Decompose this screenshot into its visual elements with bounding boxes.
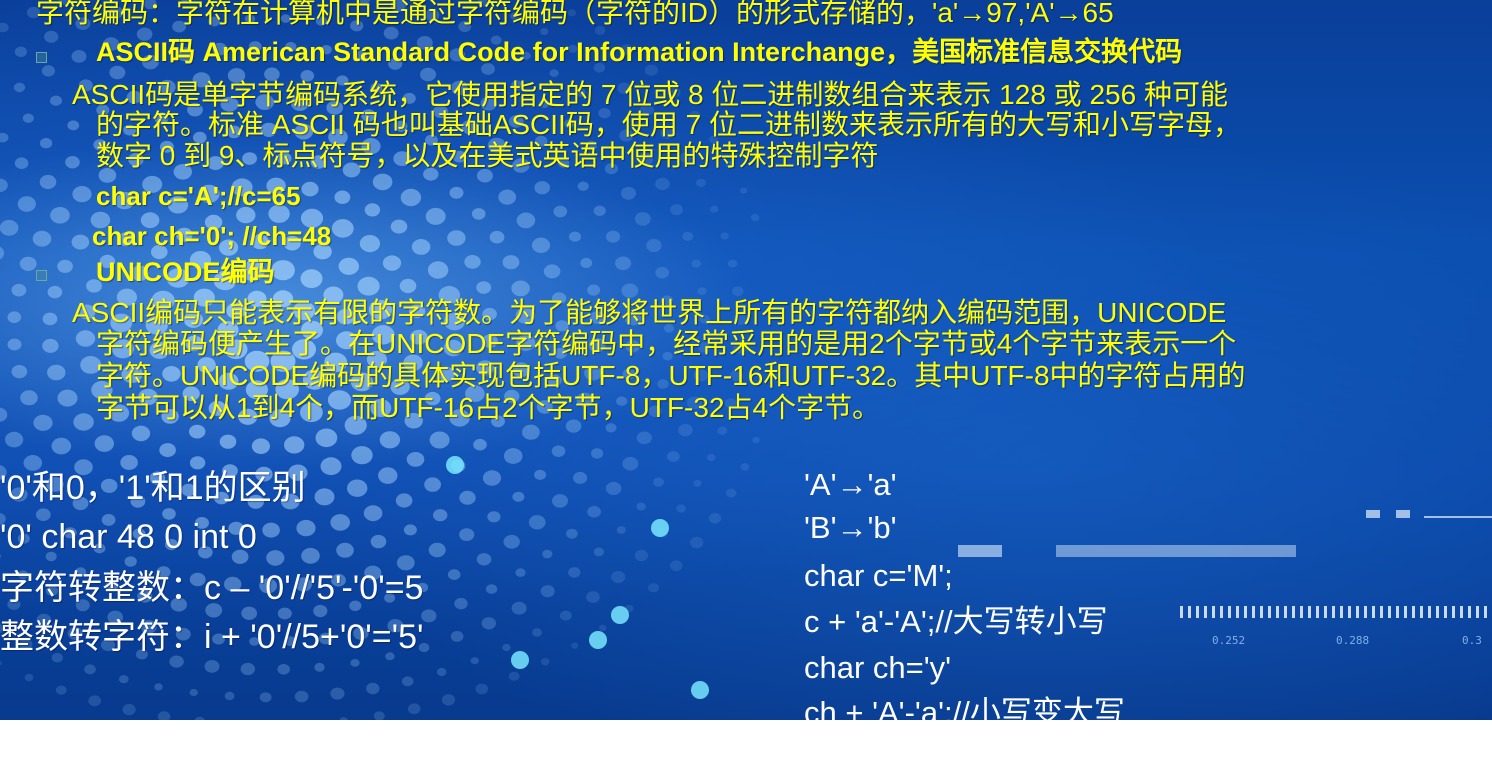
- left-note: '0' char 48 0 int 0: [0, 518, 257, 556]
- char-encoding-intro: 字符编码：字符在计算机中是通过字符编码（字符的ID）的形式存储的，'a'→97,…: [36, 0, 1114, 28]
- right-note: 'A'→'a': [804, 467, 897, 502]
- deco-ticks: [1180, 606, 1492, 618]
- unicode-desc-line: ASCII编码只能表示有限的字符数。为了能够将世界上所有的字符都纳入编码范围，U…: [72, 297, 1227, 328]
- right-note: char c='M';: [804, 558, 953, 593]
- slide: 0.252 0.288 0.3 字符编码：字符在计算机中是通过字符编码（字符的I…: [0, 0, 1492, 720]
- right-note: char ch='y': [804, 650, 952, 685]
- ascii-desc-line: 的字符。标准 ASCII 码也叫基础ASCII码，使用 7 位二进制数来表示所有…: [96, 109, 1241, 140]
- bullet-icon: [36, 52, 47, 63]
- unicode-desc-line: 字节可以从1到4个，而UTF-16占2个字节，UTF-32占4个字节。: [96, 392, 881, 423]
- left-note: 字符转整数：c – '0'//'5'-'0'=5: [0, 569, 424, 607]
- unicode-desc-line: 字符编码便产生了。在UNICODE字符编码中，经常采用的是用2个字节或4个字节来…: [96, 328, 1237, 359]
- right-note: ch + 'A'-'a';//小写变大写: [804, 695, 1125, 720]
- deco-number: 0.3: [1462, 634, 1482, 647]
- code-line: char ch='0'; //ch=48: [92, 221, 332, 251]
- deco-number: 0.252: [1212, 634, 1246, 647]
- right-note: c + 'a'-'A';//大写转小写: [804, 604, 1108, 639]
- bullet-icon: [36, 270, 47, 281]
- ascii-title: ASCII码 American Standard Code for Inform…: [96, 37, 1183, 67]
- code-line: char c='A';//c=65: [96, 181, 301, 211]
- deco-bar: [1366, 510, 1380, 518]
- left-note: 整数转字符：i + '0'//5+'0'='5': [0, 618, 424, 656]
- left-note: '0'和0，'1'和1的区别: [0, 469, 306, 507]
- deco-bar: [1056, 545, 1296, 557]
- deco-bar: [958, 545, 1002, 557]
- deco-line: [1424, 516, 1492, 518]
- right-note: 'B'→'b': [804, 510, 897, 545]
- unicode-title: UNICODE编码: [96, 257, 275, 287]
- unicode-desc-line: 字符。UNICODE编码的具体实现包括UTF-8，UTF-16和UTF-32。其…: [96, 360, 1246, 391]
- ascii-desc-line: ASCII码是单字节编码系统，它使用指定的 7 位或 8 位二进制数组合来表示 …: [72, 79, 1228, 110]
- ascii-desc-line: 数字 0 到 9、标点符号，以及在美式英语中使用的特殊控制字符: [96, 140, 879, 171]
- deco-bar: [1396, 510, 1410, 518]
- deco-number: 0.288: [1336, 634, 1370, 647]
